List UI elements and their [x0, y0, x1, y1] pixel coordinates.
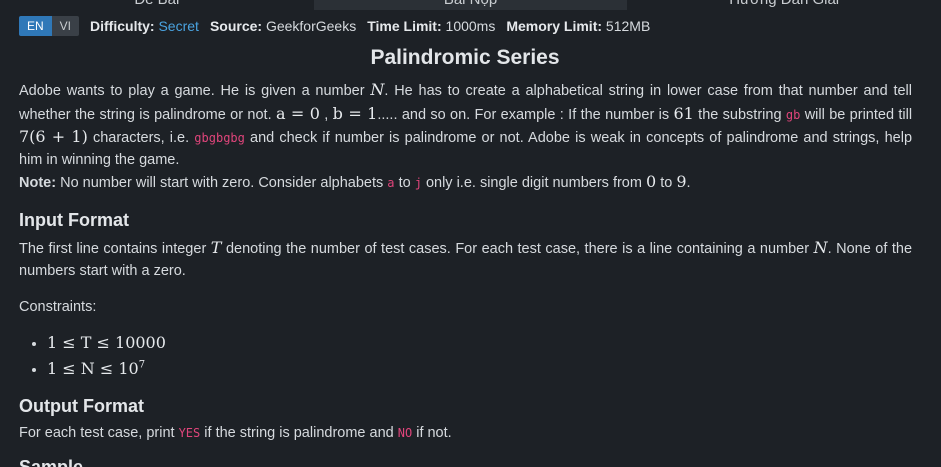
math-b1: b = 1 — [332, 103, 378, 123]
tab-bar: Đề Bài Bài Nộp Hướng Dẫn Giải — [0, 0, 941, 10]
tab-editorial-label: Hướng Dẫn Giải — [627, 0, 941, 8]
constraint-item: 1 ≤ N ≤ 107 — [47, 355, 912, 381]
math-0: 0 — [645, 172, 657, 191]
code-a: a — [387, 176, 395, 190]
problem-statement: Adobe wants to play a game. He is given … — [19, 79, 912, 467]
constraints-list: 1 ≤ T ≤ 10000 1 ≤ N ≤ 107 — [19, 332, 912, 381]
note-paragraph: Note: No number will start with zero. Co… — [19, 172, 691, 191]
time-limit-value: 1000ms — [445, 18, 496, 34]
tab-editorial[interactable]: Hướng Dẫn Giải — [627, 0, 941, 10]
time-limit: Time Limit: 1000ms — [367, 18, 496, 34]
lang-en-button[interactable]: EN — [19, 16, 52, 36]
difficulty-link[interactable]: Secret — [158, 18, 198, 34]
code-yes: YES — [178, 426, 201, 441]
constraints-label: Constraints: — [19, 299, 97, 315]
math-9: 9 — [676, 172, 687, 191]
math-7: 7(6 + 1) — [19, 127, 88, 146]
statement-paragraph: Adobe wants to play a game. He is given … — [19, 80, 913, 168]
tab-submissions[interactable]: Bài Nộp — [313, 0, 628, 10]
sample-heading: Sample — [19, 456, 84, 467]
input-format-text: The first line contains integer T denoti… — [19, 238, 913, 279]
problem-title: Palindromic Series — [370, 46, 560, 69]
code-gb: gb — [785, 107, 801, 122]
source-value: GeekforGeeks — [265, 18, 357, 34]
note-label: Note: — [19, 175, 57, 191]
output-format-heading: Output Format — [19, 395, 144, 416]
problem-meta: EN VI Difficulty: Secret Source: GeekforG… — [19, 16, 650, 36]
tab-problem[interactable]: Đề Bài — [0, 0, 314, 10]
math-N: N — [370, 80, 385, 99]
output-format-text: For each test case, print YES if the str… — [19, 425, 452, 442]
memory-limit-value: 512MB — [605, 18, 651, 34]
math-N2: N — [813, 238, 828, 257]
math-61: 61 — [673, 103, 694, 123]
math-a0: a = 0 — [275, 103, 320, 123]
input-format-heading: Input Format — [19, 209, 129, 230]
memory-limit: Memory Limit: 512MB — [506, 18, 651, 34]
constraint-item: 1 ≤ T ≤ 10000 — [47, 332, 912, 355]
difficulty: Difficulty: Secret — [90, 18, 199, 34]
code-gbgbgbg: gbgbgbg — [194, 131, 245, 145]
code-j: j — [414, 176, 422, 190]
tab-problem-label: Đề Bài — [0, 0, 314, 8]
math-T: T — [210, 238, 222, 257]
lang-vi-button[interactable]: VI — [51, 16, 80, 36]
source: Source: GeekforGeeks — [209, 18, 357, 34]
code-no: NO — [397, 426, 413, 441]
tab-submissions-label: Bài Nộp — [314, 0, 628, 8]
